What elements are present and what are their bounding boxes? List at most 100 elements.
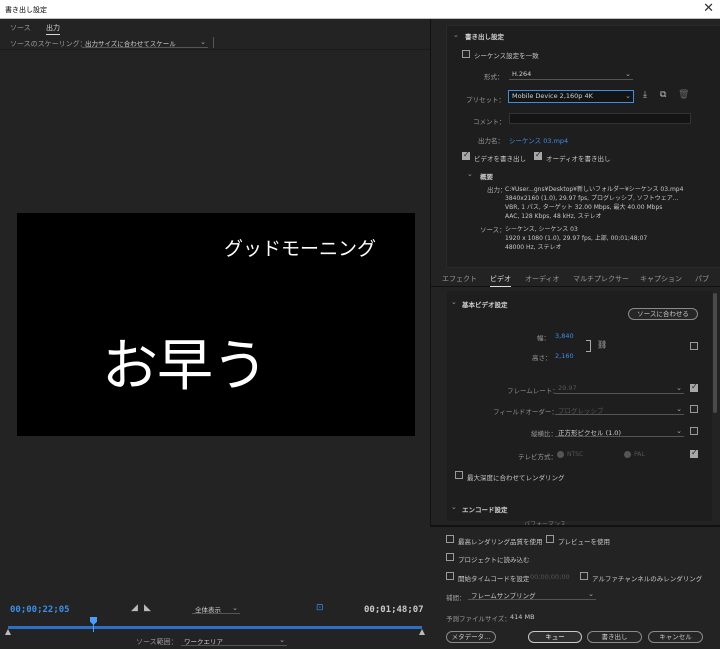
height-label: 高さ：	[532, 354, 552, 362]
chevron-down-icon: ⌄	[200, 38, 206, 46]
divider	[213, 37, 214, 48]
field-order-dropdown[interactable]: プログレッシブ ⌄	[555, 404, 684, 415]
preview-pane: ソース 出力 ソースのスケーリング： 出力サイズに合わせてスケール ⌄ グッドモ…	[0, 19, 430, 649]
width-height-checkbox[interactable]	[690, 342, 698, 350]
tab-source[interactable]: ソース	[10, 23, 31, 33]
link-bracket	[586, 340, 591, 352]
close-icon[interactable]: ✕	[703, 1, 714, 16]
title-bar: 書き出し設定 ✕	[0, 0, 720, 19]
scaling-value: 出力サイズに合わせてスケール	[85, 40, 176, 48]
scaling-dropdown[interactable]: 出力サイズに合わせてスケール ⌄	[82, 37, 208, 48]
tv-standard-checkbox[interactable]	[690, 448, 698, 458]
source-output-tabs: ソース 出力	[0, 19, 430, 35]
ntsc-radio[interactable]	[557, 451, 564, 458]
set-out-point-icon[interactable]: ◣	[144, 603, 151, 613]
preset-label: プリセット：	[466, 96, 505, 104]
frame-rate-label: フレームレート：	[507, 387, 559, 395]
tab-captions[interactable]: キャプション	[640, 274, 682, 284]
import-project-label: プロジェクトに読み込む	[458, 556, 530, 564]
delete-preset-icon[interactable]: 🗑	[678, 90, 689, 100]
out-point-handle[interactable]	[419, 629, 425, 635]
interp-dropdown[interactable]: フレームサンプリング ⌄	[468, 589, 596, 600]
aspect-correction-icon[interactable]: ⊡	[316, 603, 324, 613]
pal-radio[interactable]	[624, 451, 631, 458]
field-order-checkbox[interactable]	[690, 405, 698, 413]
height-value[interactable]: 2,160	[555, 352, 574, 360]
start-timecode-checkbox[interactable]	[446, 572, 454, 580]
zoom-value: 全体表示	[195, 606, 221, 614]
aspect-dropdown[interactable]: 正方形ピクセル (1.0) ⌄	[555, 426, 684, 437]
aspect-value: 正方形ピクセル (1.0)	[558, 429, 621, 437]
cancel-button[interactable]: キャンセル	[648, 631, 703, 643]
chevron-down-icon: ⌄	[232, 604, 238, 612]
video-subtitle-text: グッドモーニング	[224, 238, 377, 260]
export-audio-label: オーディオを書き出し	[546, 155, 611, 163]
export-settings-title: 書き出し設定	[465, 33, 504, 41]
source-range-value: ワークエリア	[184, 638, 223, 646]
timeline-track[interactable]	[8, 626, 422, 629]
start-timecode-value[interactable]: 00;00;00;00	[530, 573, 570, 581]
tab-audio[interactable]: オーディオ	[525, 274, 560, 284]
queue-button[interactable]: キュー	[528, 631, 582, 643]
field-order-value: プログレッシブ	[558, 407, 604, 415]
frame-rate-dropdown[interactable]: 29.97 ⌄	[555, 383, 684, 394]
match-sequence-checkbox[interactable]	[462, 50, 470, 58]
output-name-label: 出力名：	[478, 137, 504, 145]
preset-dropdown[interactable]: Mobile Device 2,160p 4K ⌄	[508, 90, 634, 103]
source-line-3: 48000 Hz, ステレオ	[505, 244, 562, 251]
max-render-quality-checkbox[interactable]	[446, 535, 454, 543]
tab-publish[interactable]: パブ	[695, 274, 709, 284]
source-range-dropdown[interactable]: ワークエリア ⌄	[181, 635, 287, 646]
timeline-controls: 00;00;22;05 ◢ ◣ 全体表示 ⌄ ⊡ 00;01;48;07	[0, 600, 430, 624]
tv-standard-label: テレビ方式：	[518, 453, 557, 461]
chevron-down-icon: ⌄	[676, 405, 682, 413]
alpha-only-checkbox[interactable]	[580, 572, 588, 580]
tab-effects[interactable]: エフェクト	[442, 274, 477, 284]
import-preset-icon[interactable]: ⧉	[660, 90, 666, 100]
save-preset-icon[interactable]: ⤓	[643, 90, 647, 100]
chevron-down-icon[interactable]: ⌄	[467, 170, 473, 178]
tab-multiplexer[interactable]: マルチプレクサー	[573, 274, 629, 284]
export-settings-panel: ⌄ 書き出し設定 シーケンス設定を一致 形式： H.264 ⌄ プリセット： M…	[446, 25, 720, 268]
aspect-checkbox[interactable]	[690, 427, 698, 435]
set-in-point-icon[interactable]: ◢	[131, 603, 138, 613]
width-label: 幅：	[537, 334, 550, 342]
frame-rate-checkbox[interactable]	[690, 382, 698, 392]
use-preview-label: プレビューを使用	[558, 538, 610, 546]
chevron-down-icon[interactable]: ⌄	[453, 31, 459, 39]
in-point-handle[interactable]	[5, 629, 11, 635]
chevron-down-icon: ⌄	[676, 384, 682, 392]
encode-settings-title: エンコード設定	[462, 506, 508, 514]
video-settings-panel: ⌄ 基本ビデオ設定 ソースに合わせる 幅： 3,840 高さ： 2,160 ⛓ …	[447, 291, 712, 528]
source-summary-label: ソース：	[480, 226, 506, 234]
format-dropdown[interactable]: H.264 ⌄	[509, 69, 633, 80]
output-name-link[interactable]: シーケンス 03.mp4	[509, 135, 568, 145]
match-sequence-label: シーケンス設定を一致	[474, 52, 539, 60]
timecode-out: 00;01;48;07	[364, 605, 424, 615]
export-audio-checkbox[interactable]	[534, 150, 542, 160]
max-depth-checkbox[interactable]	[455, 471, 463, 479]
comment-field[interactable]	[509, 113, 691, 124]
chevron-down-icon[interactable]: ⌄	[451, 503, 457, 511]
scrollbar[interactable]	[713, 293, 717, 413]
import-project-checkbox[interactable]	[446, 553, 454, 561]
use-preview-checkbox[interactable]	[546, 535, 554, 543]
window-title: 書き出し設定	[5, 6, 47, 14]
tab-video[interactable]: ビデオ	[490, 274, 511, 287]
chevron-down-icon: ⌄	[625, 92, 631, 100]
chevron-down-icon[interactable]: ⌄	[451, 298, 457, 306]
export-button[interactable]: 書き出し	[587, 631, 642, 643]
width-value[interactable]: 3,840	[555, 332, 574, 340]
zoom-dropdown[interactable]: 全体表示 ⌄	[192, 603, 240, 614]
alpha-only-label: アルファチャンネルのみレンダリング	[592, 575, 703, 583]
tab-output[interactable]: 出力	[46, 23, 60, 35]
unlink-icon[interactable]: ⛓	[597, 340, 607, 349]
basic-video-settings-title: 基本ビデオ設定	[462, 301, 508, 309]
summary-title: 概要	[480, 173, 493, 181]
export-video-checkbox[interactable]	[462, 150, 470, 160]
match-source-button[interactable]: ソースに合わせる	[628, 308, 698, 320]
metadata-button[interactable]: メタデータ...	[446, 631, 496, 643]
timecode-in[interactable]: 00;00;22;05	[10, 605, 70, 615]
scaling-bar: ソースのスケーリング： 出力サイズに合わせてスケール ⌄	[0, 35, 430, 50]
format-value: H.264	[512, 70, 532, 78]
